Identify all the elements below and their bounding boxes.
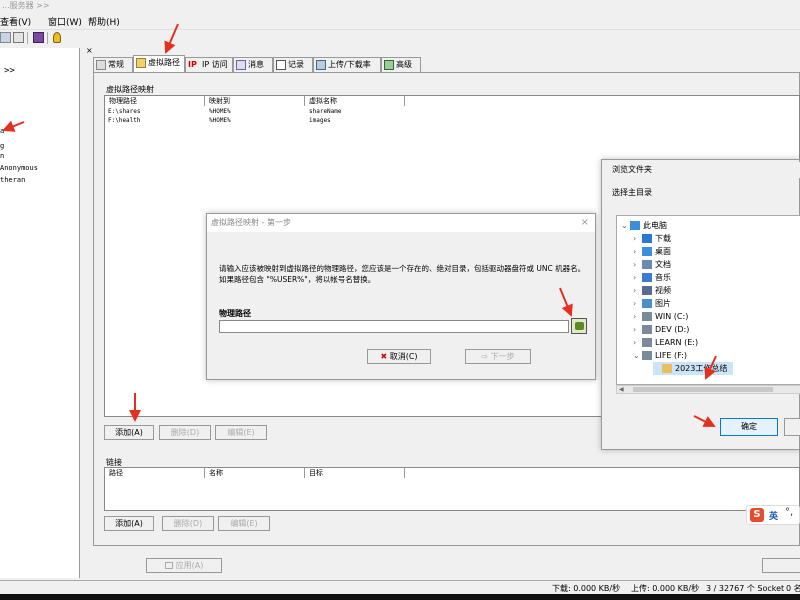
annotation-arrow — [704, 355, 717, 380]
annotation-arrow — [164, 23, 179, 54]
annotation-arrows — [2, 23, 717, 427]
annotation-arrow — [693, 415, 716, 427]
annotation-arrow — [559, 287, 573, 317]
annotation-arrow — [2, 120, 25, 132]
